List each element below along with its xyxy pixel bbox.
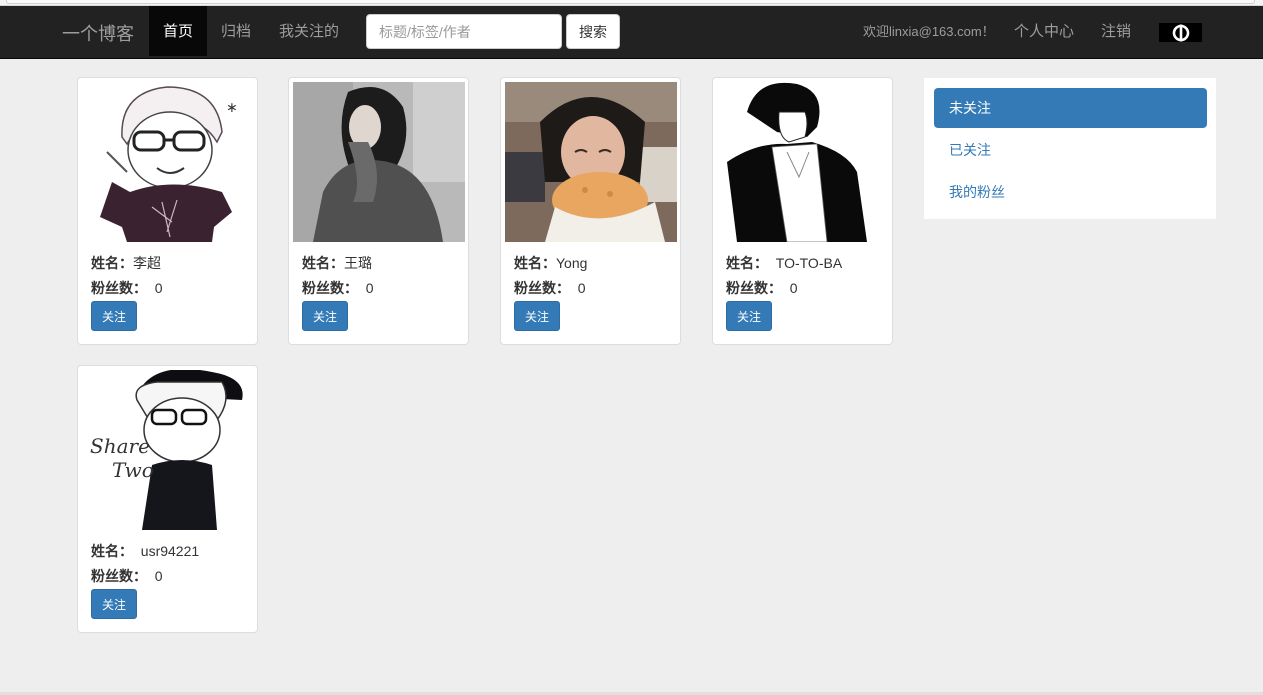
search-input[interactable] bbox=[366, 14, 562, 49]
follow-button[interactable]: 关注 bbox=[514, 301, 560, 331]
sidebar-item-following[interactable]: 已关注 bbox=[934, 130, 1207, 170]
name-label: 姓名： bbox=[302, 255, 344, 271]
follow-button[interactable]: 关注 bbox=[91, 589, 137, 619]
follow-filter-sidebar: 未关注 已关注 我的粉丝 bbox=[923, 77, 1217, 220]
brand-logo[interactable]: 一个博客 bbox=[62, 20, 134, 46]
user-card: ∗ 姓名：李超 粉丝数： 0 关注 bbox=[77, 77, 258, 345]
user-card: 姓名： TO-TO-BA 粉丝数： 0 关注 bbox=[712, 77, 893, 345]
welcome-text: 欢迎linxia@163.com！ bbox=[863, 24, 995, 39]
followers-label: 粉丝数： bbox=[302, 280, 358, 296]
share-two-cartoon-avatar[interactable]: Share Two bbox=[82, 370, 254, 530]
followers-count: 0 bbox=[154, 568, 163, 584]
user-card: 姓名：王璐 粉丝数： 0 关注 bbox=[288, 77, 469, 345]
user-card: 姓名：Yong 粉丝数： 0 关注 bbox=[500, 77, 681, 345]
svg-text:Two: Two bbox=[112, 458, 154, 482]
followers-row: 粉丝数： 0 bbox=[302, 278, 374, 298]
followers-row: 粉丝数： 0 bbox=[514, 278, 586, 298]
girl-photo-avatar[interactable] bbox=[293, 82, 465, 242]
name-label: 姓名： bbox=[514, 255, 556, 271]
name-row: 姓名： usr94221 bbox=[91, 541, 199, 561]
follow-button[interactable]: 关注 bbox=[726, 301, 772, 331]
name-row: 姓名：Yong bbox=[514, 253, 587, 273]
followers-count: 0 bbox=[789, 280, 798, 296]
user-name: usr94221 bbox=[140, 543, 200, 559]
followers-label: 粉丝数： bbox=[91, 280, 147, 296]
nav-archive[interactable]: 归档 bbox=[207, 6, 265, 56]
user-name: Yong bbox=[556, 255, 588, 271]
name-label: 姓名： bbox=[91, 543, 133, 559]
followers-count: 0 bbox=[365, 280, 374, 296]
sidebar-item-my-fans[interactable]: 我的粉丝 bbox=[934, 172, 1207, 212]
name-row: 姓名： TO-TO-BA bbox=[726, 253, 842, 273]
followers-label: 粉丝数： bbox=[726, 280, 782, 296]
followers-count: 0 bbox=[154, 280, 163, 296]
name-row: 姓名：李超 bbox=[91, 253, 161, 273]
followers-row: 粉丝数： 0 bbox=[91, 278, 163, 298]
top-navbar: 一个博客 首页 归档 我关注的 搜索 欢迎linxia@163.com！ 个人中… bbox=[0, 6, 1263, 59]
followers-count: 0 bbox=[577, 280, 586, 296]
sketch-boy-glasses-avatar[interactable]: ∗ bbox=[82, 82, 254, 242]
name-label: 姓名： bbox=[726, 255, 768, 271]
svg-text:Share: Share bbox=[90, 434, 150, 458]
user-name: 李超 bbox=[133, 255, 161, 271]
nav-logout[interactable]: 注销 bbox=[1101, 6, 1131, 58]
name-label: 姓名： bbox=[91, 255, 133, 271]
user-name: 王璐 bbox=[344, 255, 372, 271]
nav-following[interactable]: 我关注的 bbox=[265, 6, 353, 56]
follow-button[interactable]: 关注 bbox=[91, 301, 137, 331]
nav-home[interactable]: 首页 bbox=[149, 6, 208, 56]
svg-text:∗: ∗ bbox=[226, 100, 238, 116]
power-toggle-icon[interactable] bbox=[1159, 23, 1202, 42]
anime-boy-avatar[interactable] bbox=[717, 82, 889, 242]
followers-row: 粉丝数： 0 bbox=[726, 278, 798, 298]
user-name: TO-TO-BA bbox=[775, 255, 843, 271]
girl-eating-avatar[interactable] bbox=[505, 82, 677, 242]
followers-label: 粉丝数： bbox=[91, 568, 147, 584]
follow-button[interactable]: 关注 bbox=[302, 301, 348, 331]
name-row: 姓名：王璐 bbox=[302, 253, 372, 273]
nav-personal-center[interactable]: 个人中心 bbox=[1014, 6, 1074, 58]
search-button[interactable]: 搜索 bbox=[566, 14, 620, 49]
followers-label: 粉丝数： bbox=[514, 280, 570, 296]
user-card: Share Two 姓名： usr94221 粉丝数： 0 关注 bbox=[77, 365, 258, 633]
sidebar-item-not-following[interactable]: 未关注 bbox=[934, 88, 1207, 128]
followers-row: 粉丝数： 0 bbox=[91, 566, 163, 586]
